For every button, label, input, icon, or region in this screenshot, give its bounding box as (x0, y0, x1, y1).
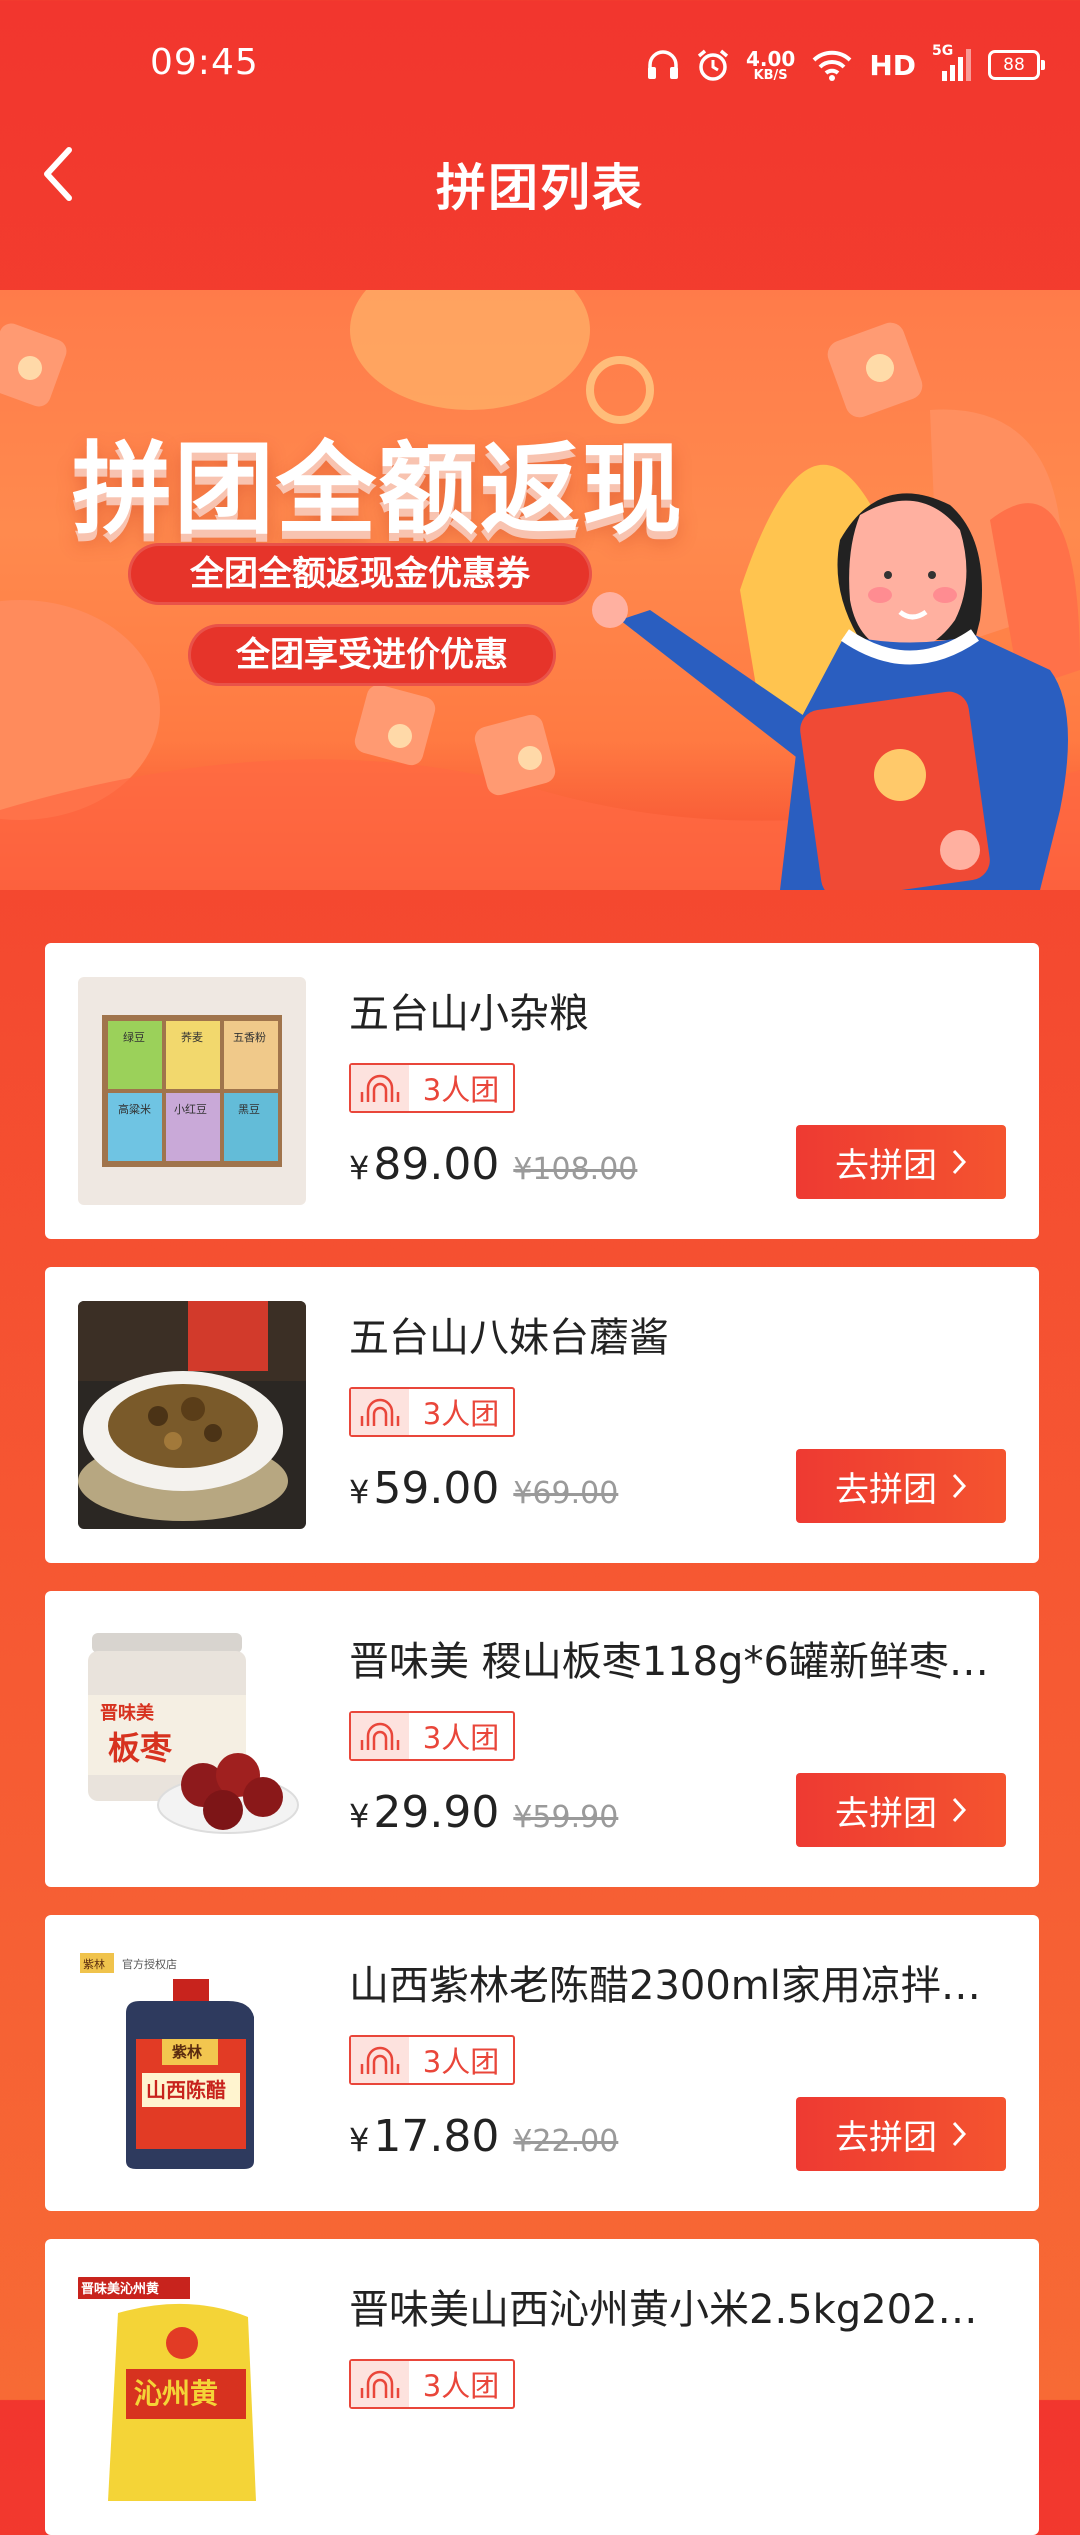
alarm-icon (697, 49, 729, 81)
currency-symbol: ¥ (349, 1797, 370, 1835)
product-name: 晋味美山西沁州黄小米2.5kg202… (349, 2287, 978, 2333)
product-image: 晋味美沁州黄 沁州黄 (78, 2273, 306, 2501)
join-group-label: 去拼团 (835, 1793, 937, 1834)
product-image: 紫林 官方授权店 紫林 山西陈醋 (78, 1949, 306, 2177)
product-card[interactable]: 晋味美沁州黄 沁州黄 晋味美山西沁州黄小米2.5kg202… 3人团 (45, 2239, 1039, 2535)
product-name: 五台山小杂粮 (349, 991, 589, 1037)
join-group-button[interactable]: 去拼团 (796, 2097, 1006, 2171)
original-price: ¥22.00 (513, 2124, 619, 2159)
jar-label: 板枣 (108, 1729, 173, 1767)
group-badge: 3人团 (349, 1063, 515, 1113)
promo-banner[interactable]: 拼团全额返现 全团全额返现金优惠券 全团享受进价优惠 (0, 290, 1080, 890)
group-price: 29.90 (373, 1787, 500, 1838)
store-label: 官方授权店 (122, 1957, 177, 1971)
group-icon (360, 1398, 400, 1426)
chevron-right-icon (952, 2121, 967, 2147)
join-group-button[interactable]: 去拼团 (796, 1773, 1006, 1847)
banner-pill-cashback: 全团全额返现金优惠券 (128, 543, 592, 605)
product-card[interactable]: 晋味美 板枣 晋味美 稷山板枣118g*6罐新鲜枣… 3人团 ¥ 29.90 ¥… (45, 1591, 1039, 1887)
chevron-right-icon (952, 1149, 967, 1175)
mushroom-sauce-image (78, 1301, 306, 1521)
status-bar: 09:45 4.00 KB/S HD 5G 88 (0, 0, 1080, 130)
product-name: 五台山八妹台蘑酱 (349, 1315, 669, 1361)
wifi-icon (812, 50, 852, 81)
product-image (78, 1301, 306, 1529)
product-name: 晋味美 稷山板枣118g*6罐新鲜枣… (349, 1639, 989, 1685)
price-row: ¥ 17.80 ¥22.00 (349, 2111, 618, 2162)
bottle-brand: 紫林 (172, 2043, 203, 2061)
pack-label: 绿豆 (123, 1030, 145, 1044)
vinegar-bottle-image: 紫林 官方授权店 紫林 山西陈醋 (80, 1953, 254, 2169)
nav-bar: 拼团列表 (0, 130, 1080, 280)
product-card[interactable]: 绿豆 荞麦 五香粉 高粱米 小红豆 黑豆 五台山小杂粮 3人团 ¥ 89.00 … (45, 943, 1039, 1239)
pack-label: 小红豆 (174, 1103, 207, 1116)
group-icon (360, 2046, 400, 2074)
group-size: 3人团 (422, 1397, 500, 1431)
product-name: 山西紫林老陈醋2300ml家用凉拌… (349, 1963, 981, 2009)
group-badge: 3人团 (349, 2359, 515, 2409)
group-size: 3人团 (422, 1073, 500, 1107)
banner-pill-discount: 全团享受进价优惠 (188, 624, 556, 686)
group-icon (360, 1074, 400, 1102)
store-brand: 紫林 (83, 1957, 105, 1971)
group-price: 89.00 (373, 1139, 500, 1190)
group-icon (360, 2370, 400, 2398)
net-speed-value: 4.00 (745, 46, 796, 71)
group-badge: 3人团 (349, 1387, 515, 1437)
price-row: ¥ 59.00 ¥69.00 (349, 1463, 618, 1514)
join-group-label: 去拼团 (835, 2117, 937, 2158)
original-price: ¥69.00 (513, 1476, 619, 1511)
group-badge: 3人团 (349, 2035, 515, 2085)
currency-symbol: ¥ (349, 1149, 370, 1187)
join-group-button[interactable]: 去拼团 (796, 1125, 1006, 1199)
chevron-right-icon (952, 1473, 967, 1499)
chevron-right-icon (952, 1797, 967, 1823)
join-group-label: 去拼团 (835, 1469, 937, 1510)
bag-brand: 晋味美沁州黄 (81, 2281, 159, 2297)
group-size: 3人团 (422, 1721, 500, 1755)
jar-brand: 晋味美 (100, 1702, 154, 1724)
net-speed-unit: KB/S (753, 67, 788, 83)
group-price: 59.00 (373, 1463, 500, 1514)
hd-indicator: HD (869, 48, 916, 82)
join-group-button[interactable]: 去拼团 (796, 1449, 1006, 1523)
banner-title: 拼团全额返现 (72, 431, 684, 548)
bag-label: 沁州黄 (134, 2377, 218, 2410)
product-card[interactable]: 紫林 官方授权店 紫林 山西陈醋 山西紫林老陈醋2300ml家用凉拌… 3人团 … (45, 1915, 1039, 2211)
millet-bag-image: 晋味美沁州黄 沁州黄 (78, 2277, 256, 2501)
pack-label: 黑豆 (238, 1103, 260, 1116)
battery-icon: 88 (988, 50, 1045, 80)
grain-packs-image: 绿豆 荞麦 五香粉 高粱米 小红豆 黑豆 (102, 1015, 282, 1167)
group-price: 17.80 (373, 2111, 500, 2162)
headphones-icon (647, 50, 678, 79)
product-image: 晋味美 板枣 (78, 1625, 306, 1853)
original-price: ¥108.00 (513, 1152, 638, 1187)
net-speed: 4.00 KB/S (746, 49, 795, 82)
currency-symbol: ¥ (349, 1473, 370, 1511)
group-size: 3人团 (422, 2045, 500, 2079)
group-badge: 3人团 (349, 1711, 515, 1761)
bottle-label: 山西陈醋 (146, 2078, 226, 2102)
currency-symbol: ¥ (349, 2121, 370, 2159)
jujube-jar-image: 晋味美 板枣 (88, 1633, 299, 1834)
price-row: ¥ 89.00 ¥108.00 (349, 1139, 637, 1190)
group-icon (360, 1722, 400, 1750)
price-row: ¥ 29.90 ¥59.90 (349, 1787, 618, 1838)
group-size: 3人团 (422, 2369, 500, 2403)
signal-icon: 5G (932, 43, 972, 83)
pack-label: 五香粉 (233, 1031, 266, 1044)
join-group-label: 去拼团 (835, 1145, 937, 1186)
page-title: 拼团列表 (436, 159, 644, 217)
battery-level: 88 (1003, 55, 1025, 75)
status-time: 09:45 (150, 42, 259, 83)
product-card[interactable]: 五台山八妹台蘑酱 3人团 ¥ 59.00 ¥69.00 去拼团 (45, 1267, 1039, 1563)
pack-label: 高粱米 (118, 1102, 151, 1116)
status-icons: 4.00 KB/S HD 5G 88 (646, 40, 1045, 90)
original-price: ¥59.90 (513, 1800, 619, 1835)
product-image: 绿豆 荞麦 五香粉 高粱米 小红豆 黑豆 (78, 977, 306, 1205)
pack-label: 荞麦 (181, 1031, 203, 1044)
